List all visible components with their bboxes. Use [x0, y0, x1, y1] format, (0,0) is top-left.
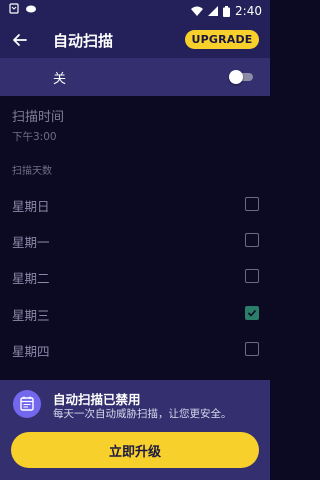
battery-icon [223, 5, 231, 17]
cloud-icon [26, 5, 36, 13]
day-checkbox[interactable] [245, 342, 259, 356]
scan-time-setting[interactable]: 扫描时间 下午3:00 [12, 106, 64, 144]
app-bar: 自动扫描 UPGRADE [0, 22, 270, 58]
system-icons: 2:40 [191, 4, 262, 18]
day-checkbox[interactable] [245, 197, 259, 211]
scan-time-title: 扫描时间 [12, 110, 65, 125]
auto-scan-toggle-row[interactable]: 关 [0, 58, 270, 96]
wifi-icon [191, 6, 204, 16]
page-title: 自动扫描 [53, 32, 114, 50]
scan-time-value: 下午3:00 [12, 131, 57, 143]
day-checkbox[interactable] [245, 233, 259, 247]
day-row-thursday[interactable]: 星期四 [0, 335, 270, 365]
calendar-icon [13, 390, 41, 418]
notification-icon [9, 3, 19, 14]
scan-days-header: 扫描天数 [12, 166, 52, 177]
day-label: 星期三 [12, 308, 50, 323]
status-time: 2:40 [235, 4, 262, 18]
day-checkbox[interactable] [245, 269, 259, 283]
notification-icons [9, 3, 37, 14]
promo-subtitle: 每天一次自动威胁扫描，让您更安全。 [53, 408, 232, 420]
day-label: 星期四 [12, 344, 50, 359]
switch-thumb [229, 70, 243, 84]
back-arrow-icon[interactable] [10, 30, 30, 50]
day-label: 星期二 [12, 271, 50, 286]
day-checkbox-checked[interactable] [245, 306, 259, 320]
upgrade-now-button[interactable]: 立即升级 [11, 432, 259, 468]
signal-icon [208, 6, 219, 16]
day-row-wednesday[interactable]: 星期三 [0, 299, 270, 329]
day-row-monday[interactable]: 星期一 [0, 226, 270, 256]
upgrade-promo-panel: 自动扫描已禁用 每天一次自动威胁扫描，让您更安全。 立即升级 [0, 380, 270, 480]
toggle-state-label: 关 [53, 72, 67, 87]
day-label: 星期日 [12, 199, 50, 214]
day-row-tuesday[interactable]: 星期二 [0, 262, 270, 292]
upgrade-button[interactable]: UPGRADE [185, 30, 259, 49]
status-bar: 2:40 [0, 0, 270, 22]
day-label: 星期一 [12, 235, 50, 250]
check-icon [247, 309, 257, 317]
auto-scan-switch[interactable] [229, 69, 253, 85]
day-row-sunday[interactable]: 星期日 [0, 190, 270, 220]
